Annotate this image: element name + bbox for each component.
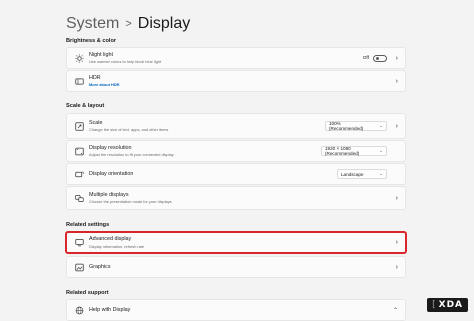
night-light-row[interactable]: Night light Use warmer colors to help bl… bbox=[66, 47, 406, 69]
breadcrumb-system[interactable]: System bbox=[66, 14, 119, 34]
hdr-icon bbox=[74, 76, 84, 86]
chevron-down-icon: ⌄ bbox=[379, 123, 383, 128]
night-light-state: Off bbox=[362, 55, 369, 61]
scale-icon bbox=[74, 121, 84, 131]
help-with-display-title: Help with Display bbox=[89, 306, 131, 313]
xda-watermark-logo: [XDA bbox=[427, 298, 468, 312]
display-resolution-title: Display resolution bbox=[89, 144, 132, 151]
scale-title: Scale bbox=[89, 119, 103, 126]
advanced-display-title: Advanced display bbox=[89, 236, 132, 243]
chevron-up-icon[interactable]: ⌃ bbox=[393, 307, 398, 314]
night-light-subtitle: Use warmer colors to help block blue lig… bbox=[89, 59, 162, 65]
multiple-displays-subtitle: Choose the presentation mode for your di… bbox=[89, 199, 172, 205]
sun-icon bbox=[74, 53, 84, 63]
section-related-settings: Related settings bbox=[66, 222, 110, 228]
hdr-more-link[interactable]: More about HDR bbox=[89, 82, 119, 87]
display-orientation-title: Display orientation bbox=[89, 170, 134, 177]
breadcrumb-separator: > bbox=[125, 18, 132, 30]
breadcrumb: System > Display bbox=[66, 14, 190, 34]
section-related-support: Related support bbox=[66, 290, 109, 296]
advanced-display-subtitle: Display information, refresh rate bbox=[89, 243, 145, 249]
orientation-icon bbox=[74, 169, 84, 179]
night-light-toggle[interactable] bbox=[373, 54, 387, 62]
chevron-right-icon[interactable]: › bbox=[396, 264, 398, 271]
graphics-title: Graphics bbox=[89, 263, 111, 270]
section-brightness-color: Brightness & color bbox=[66, 38, 117, 44]
globe-icon bbox=[74, 305, 84, 315]
scale-row[interactable]: Scale Change the size of text, apps, and… bbox=[66, 113, 406, 139]
multiple-displays-title: Multiple displays bbox=[89, 191, 129, 198]
chevron-right-icon[interactable]: › bbox=[396, 123, 398, 130]
orientation-value: Landscape bbox=[341, 171, 364, 177]
scale-dropdown[interactable]: 100% (Recommended) ⌄ bbox=[325, 121, 387, 131]
hdr-row[interactable]: HDR More about HDR › bbox=[66, 70, 406, 92]
chevron-right-icon[interactable]: › bbox=[396, 55, 398, 62]
night-light-title: Night light bbox=[89, 51, 113, 58]
help-with-display-row[interactable]: Help with Display ⌃ bbox=[66, 299, 406, 321]
section-scale-layout: Scale & layout bbox=[66, 103, 105, 109]
graphics-icon bbox=[74, 262, 84, 272]
advanced-display-row[interactable]: Advanced display Display information, re… bbox=[65, 231, 407, 254]
scale-value: 100% (Recommended) bbox=[329, 121, 364, 131]
multiple-displays-row[interactable]: Multiple displays Choose the presentatio… bbox=[66, 186, 406, 210]
chevron-right-icon[interactable]: › bbox=[396, 239, 398, 246]
orientation-dropdown[interactable]: Landscape ⌄ bbox=[337, 169, 387, 179]
page-title: Display bbox=[137, 15, 191, 32]
chevron-down-icon: ⌄ bbox=[379, 148, 383, 153]
display-resolution-subtitle: Adjust the resolution to fit your connec… bbox=[89, 152, 174, 158]
multiple-displays-icon bbox=[74, 193, 84, 203]
scale-subtitle: Change the size of text, apps, and other… bbox=[89, 127, 169, 133]
display-orientation-row[interactable]: Display orientation Landscape ⌄ bbox=[66, 163, 406, 185]
display-resolution-row[interactable]: Display resolution Adjust the resolution… bbox=[66, 140, 406, 162]
monitor-icon bbox=[74, 238, 84, 248]
chevron-right-icon[interactable]: › bbox=[396, 78, 398, 85]
hdr-title: HDR bbox=[89, 74, 101, 81]
chevron-right-icon[interactable]: › bbox=[396, 195, 398, 202]
resolution-value: 1920 × 1080 (Recommended) bbox=[325, 146, 360, 156]
watermark-text: XDA bbox=[438, 300, 463, 310]
resolution-icon bbox=[74, 146, 84, 156]
graphics-row[interactable]: Graphics › bbox=[66, 256, 406, 278]
chevron-down-icon: ⌄ bbox=[379, 171, 383, 176]
resolution-dropdown[interactable]: 1920 × 1080 (Recommended) ⌄ bbox=[321, 146, 387, 156]
